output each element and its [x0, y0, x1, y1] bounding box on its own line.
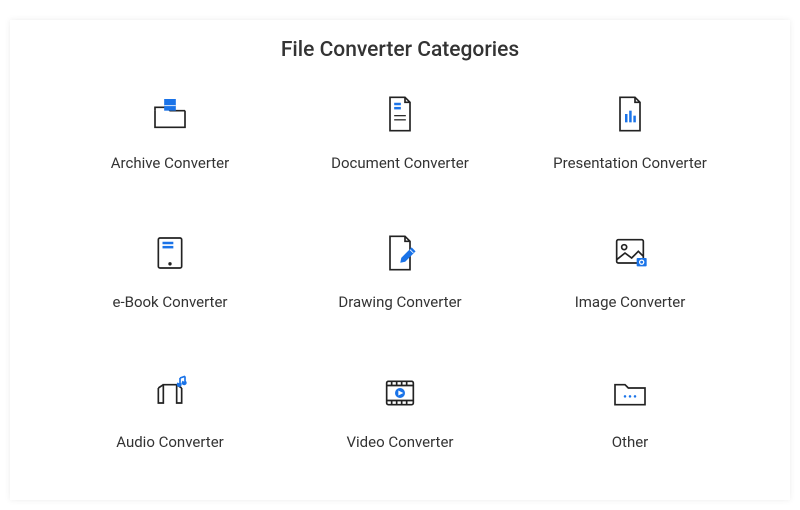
category-label: Other	[612, 433, 649, 451]
category-label: Drawing Converter	[338, 293, 461, 311]
category-label: e-Book Converter	[113, 293, 228, 311]
category-label: Archive Converter	[111, 154, 229, 172]
image-icon	[608, 231, 652, 275]
category-archive[interactable]: Archive Converter	[60, 92, 280, 203]
category-other[interactable]: Other	[520, 371, 740, 482]
page-title: File Converter Categories	[40, 38, 760, 62]
video-icon	[378, 371, 422, 415]
category-label: Document Converter	[331, 154, 469, 172]
category-label: Image Converter	[575, 293, 686, 311]
category-audio[interactable]: Audio Converter	[60, 371, 280, 482]
category-label: Presentation Converter	[553, 154, 707, 172]
category-label: Audio Converter	[116, 433, 223, 451]
category-presentation[interactable]: Presentation Converter	[520, 92, 740, 203]
document-icon	[378, 92, 422, 136]
converter-panel: File Converter Categories Archive Conver…	[10, 20, 790, 500]
category-ebook[interactable]: e-Book Converter	[60, 231, 280, 342]
category-label: Video Converter	[346, 433, 453, 451]
other-icon	[608, 371, 652, 415]
category-video[interactable]: Video Converter	[290, 371, 510, 482]
ebook-icon	[148, 231, 192, 275]
category-drawing[interactable]: Drawing Converter	[290, 231, 510, 342]
audio-icon	[148, 371, 192, 415]
drawing-icon	[378, 231, 422, 275]
category-document[interactable]: Document Converter	[290, 92, 510, 203]
presentation-icon	[608, 92, 652, 136]
category-image[interactable]: Image Converter	[520, 231, 740, 342]
archive-icon	[148, 92, 192, 136]
category-grid: Archive Converter Document Converter	[40, 92, 760, 482]
